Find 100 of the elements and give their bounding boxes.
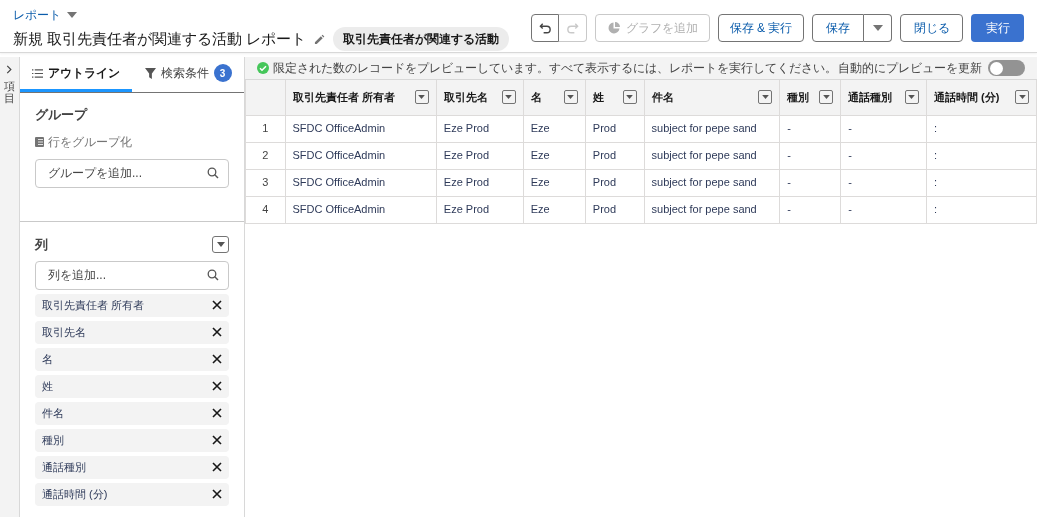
caret-icon	[216, 242, 225, 248]
table-cell: Prod	[585, 115, 645, 142]
auto-preview-label: 自動的にプレビューを更新	[838, 60, 982, 77]
caret-icon	[908, 95, 916, 100]
column-pill[interactable]: 姓	[35, 374, 229, 398]
search-icon	[207, 268, 219, 281]
filter-icon	[144, 67, 156, 79]
column-pill-label: 通話種別	[42, 459, 86, 475]
undo-button[interactable]	[531, 14, 559, 42]
column-pill[interactable]: 種別	[35, 428, 229, 452]
table-cell: subject for pepe sand	[644, 142, 780, 169]
fields-rail-label[interactable]: 項目	[4, 80, 15, 105]
auto-preview-toggle[interactable]	[988, 60, 1025, 76]
column-header[interactable]: 種別	[779, 80, 841, 115]
table-cell: -	[779, 169, 841, 196]
save-menu-button[interactable]	[864, 14, 892, 42]
row-number: 2	[245, 142, 285, 169]
remove-icon[interactable]	[212, 354, 222, 364]
column-menu-button[interactable]	[563, 90, 578, 105]
table-cell: -	[779, 196, 841, 223]
remove-icon[interactable]	[212, 381, 222, 391]
table-cell: subject for pepe sand	[644, 115, 780, 142]
remove-icon[interactable]	[212, 435, 222, 445]
undo-icon	[538, 21, 552, 35]
column-menu-button[interactable]	[819, 90, 834, 105]
columns-menu-button[interactable]	[212, 236, 229, 254]
column-pill[interactable]: 通話種別	[35, 455, 229, 479]
column-pill[interactable]: 件名	[35, 401, 229, 425]
panel-tab[interactable]: アウトライン	[20, 57, 132, 92]
column-pill[interactable]: 通話時間 (分)	[35, 482, 229, 506]
table-cell: :	[926, 142, 1037, 169]
search-icon	[207, 166, 219, 179]
caret-icon	[872, 25, 883, 31]
group-rows-label: 行をグループ化	[48, 133, 132, 151]
table-cell: -	[779, 115, 841, 142]
breadcrumb-link[interactable]: レポート	[13, 6, 61, 24]
column-header[interactable]: 取引先名	[436, 80, 524, 115]
table-cell: -	[779, 142, 841, 169]
table-cell: -	[840, 169, 927, 196]
report-type-badge: 取引先責任者が関連する活動	[333, 27, 510, 51]
column-header[interactable]: 取引先責任者 所有者	[285, 80, 437, 115]
save-button[interactable]: 保存	[812, 14, 864, 42]
table-cell: Eze Prod	[436, 142, 524, 169]
table-cell: SFDC OfficeAdmin	[285, 169, 437, 196]
group-search-field[interactable]: グループを追加...	[35, 158, 229, 188]
remove-icon[interactable]	[212, 327, 222, 337]
table-cell: Prod	[585, 169, 645, 196]
row-number: 1	[245, 115, 285, 142]
save-and-run-button[interactable]: 保存 & 実行	[718, 14, 804, 42]
columns-heading: 列	[35, 236, 48, 254]
table-cell: -	[840, 196, 927, 223]
column-search-field[interactable]: 列を追加...	[35, 260, 229, 290]
group-heading: グループ	[35, 106, 89, 124]
table-cell: Prod	[585, 142, 645, 169]
close-button[interactable]: 閉じる	[900, 14, 963, 42]
expand-icon[interactable]	[6, 65, 13, 74]
remove-icon[interactable]	[212, 462, 222, 472]
column-menu-button[interactable]	[758, 90, 773, 105]
row-number: 3	[245, 169, 285, 196]
column-pill-label: 姓	[42, 378, 53, 394]
column-header[interactable]: 姓	[585, 80, 645, 115]
table-cell: Eze	[523, 169, 586, 196]
column-pill-label: 取引先名	[42, 324, 86, 340]
column-header[interactable]: 名	[523, 80, 586, 115]
column-pill[interactable]: 取引先責任者 所有者	[35, 293, 229, 317]
rows-icon	[35, 136, 44, 147]
column-pill[interactable]: 名	[35, 347, 229, 371]
column-header[interactable]: 通話時間 (分)	[926, 80, 1037, 115]
column-menu-button[interactable]	[414, 90, 429, 105]
table-cell: Eze	[523, 196, 586, 223]
column-menu-button[interactable]	[622, 90, 637, 105]
remove-icon[interactable]	[212, 408, 222, 418]
table-cell: -	[840, 142, 927, 169]
count-badge: 3	[213, 64, 232, 82]
run-button[interactable]: 実行	[971, 14, 1024, 42]
table-cell: SFDC OfficeAdmin	[285, 196, 437, 223]
table-cell: Eze Prod	[436, 196, 524, 223]
success-icon	[257, 62, 269, 74]
column-pill[interactable]: 取引先名	[35, 320, 229, 344]
column-pill-label: 件名	[42, 405, 64, 421]
column-menu-button[interactable]	[905, 90, 919, 105]
table-cell: -	[840, 115, 927, 142]
chart-icon	[607, 22, 620, 34]
redo-icon	[566, 21, 579, 35]
remove-icon[interactable]	[212, 300, 222, 310]
column-header[interactable]: 件名	[644, 80, 780, 115]
row-number: 4	[245, 196, 285, 223]
panel-tab[interactable]: 検索条件 3	[132, 57, 244, 92]
table-cell: :	[926, 169, 1037, 196]
table-cell: SFDC OfficeAdmin	[285, 115, 437, 142]
table-cell: Eze Prod	[436, 169, 524, 196]
column-header[interactable]: 通話種別	[840, 80, 927, 115]
table-cell: SFDC OfficeAdmin	[285, 142, 437, 169]
caret-icon	[1018, 95, 1026, 100]
table-cell: Eze	[523, 115, 586, 142]
remove-icon[interactable]	[212, 489, 222, 499]
pencil-icon[interactable]	[314, 33, 326, 45]
column-menu-button[interactable]	[501, 90, 516, 105]
column-menu-button[interactable]	[1015, 90, 1029, 105]
table-cell: Eze	[523, 142, 586, 169]
